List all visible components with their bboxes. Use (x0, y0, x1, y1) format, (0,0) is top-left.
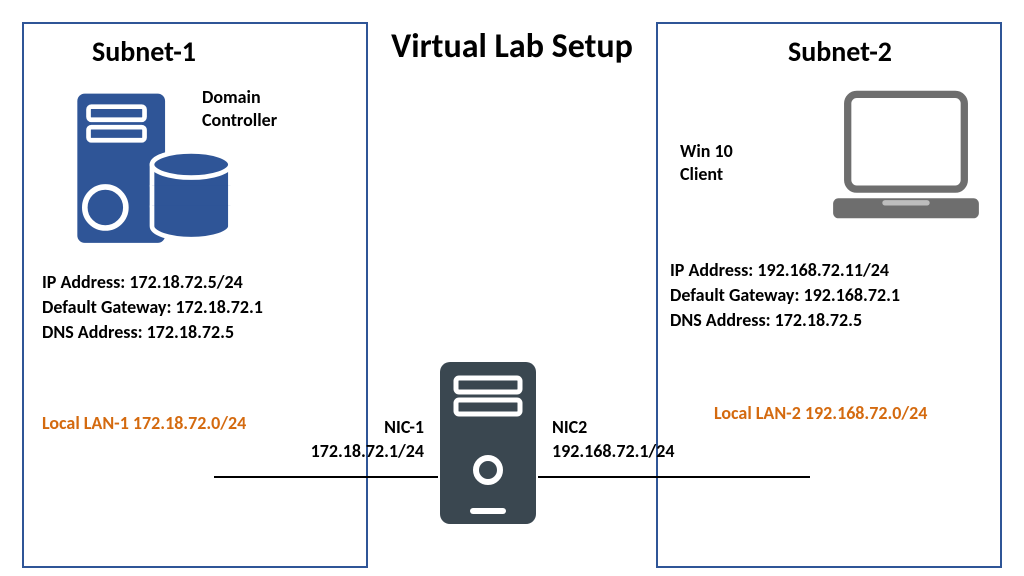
subnet-2-box: Subnet-2 Win 10 Client IP Address: 192.1… (656, 22, 1002, 568)
nic-1-block: NIC-1 172.18.72.1/24 (304, 415, 424, 464)
connector-right (538, 476, 810, 478)
dc-label-line1: Domain (202, 86, 277, 109)
subnet-1-dns: DNS Address: 172.18.72.5 (42, 320, 263, 345)
pc-tower-icon (436, 358, 540, 528)
subnet-1-title: Subnet-1 (92, 34, 196, 69)
laptop-icon (824, 86, 988, 234)
nic-1-label: NIC-1 (304, 415, 424, 439)
subnet-2-dns: DNS Address: 172.18.72.5 (670, 308, 900, 333)
subnet-2-ip: IP Address: 192.168.72.11/24 (670, 258, 900, 283)
nic-2-ip: 192.168.72.1/24 (552, 439, 712, 463)
client-label-line2: Client (680, 163, 733, 186)
subnet-2-title: Subnet-2 (788, 34, 892, 69)
nic-2-block: NIC2 192.168.72.1/24 (552, 415, 712, 464)
subnet-2-network-info: IP Address: 192.168.72.11/24 Default Gat… (670, 258, 900, 332)
dc-label-line2: Controller (202, 109, 277, 132)
subnet-1-gw: Default Gateway: 172.18.72.1 (42, 295, 263, 320)
win10-client-label: Win 10 Client (680, 140, 733, 185)
domain-controller-label: Domain Controller (202, 86, 277, 131)
subnet-1-ip: IP Address: 172.18.72.5/24 (42, 270, 263, 295)
subnet-2-lan: Local LAN-2 192.168.72.0/24 (714, 402, 927, 424)
client-label-line1: Win 10 (680, 140, 733, 163)
subnet-1-network-info: IP Address: 172.18.72.5/24 Default Gatew… (42, 270, 263, 344)
nic-1-ip: 172.18.72.1/24 (304, 439, 424, 463)
subnet-1-lan: Local LAN-1 172.18.72.0/24 (42, 412, 246, 434)
nic-2-label: NIC2 (552, 415, 712, 439)
connector-left (214, 476, 438, 478)
subnet-1-box: Subnet-1 Domain Controller IP Address: 1… (22, 22, 368, 568)
subnet-2-gw: Default Gateway: 192.168.72.1 (670, 283, 900, 308)
